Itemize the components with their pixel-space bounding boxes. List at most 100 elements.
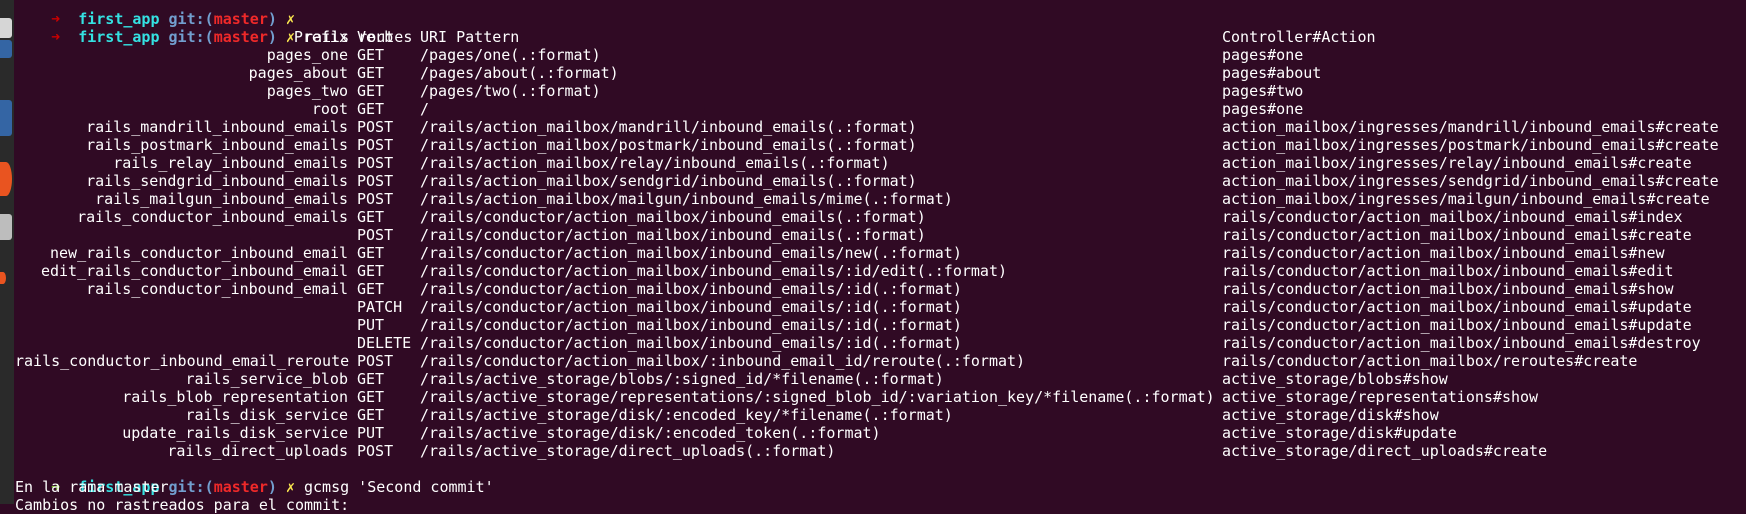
route-verb: POST	[357, 172, 394, 190]
prompt-branch: master	[213, 10, 268, 28]
column-gap	[348, 118, 357, 136]
route-prefix: rails_mailgun_inbound_emails	[95, 190, 348, 208]
route-uri: /rails/conductor/action_mailbox/inbound_…	[420, 316, 962, 334]
route-prefix: rails_disk_service	[185, 406, 348, 424]
route-verb: GET	[357, 82, 385, 100]
column-gap	[348, 190, 357, 208]
route-uri: /rails/conductor/action_mailbox/inbound_…	[420, 226, 926, 244]
column-gap	[348, 370, 357, 388]
route-controller: action_mailbox/ingresses/sendgrid/inboun…	[1222, 172, 1719, 190]
header-verb: Verb	[357, 28, 394, 46]
column-gap	[348, 424, 357, 442]
route-controller: action_mailbox/ingresses/mailgun/inbound…	[1222, 190, 1710, 208]
route-uri: /	[420, 100, 430, 118]
route-controller: active_storage/direct_uploads#create	[1222, 442, 1548, 460]
route-controller: rails/conductor/action_mailbox/inbound_e…	[1222, 244, 1665, 262]
route-verb: PUT	[357, 424, 385, 442]
header-uri: URI Pattern	[420, 28, 520, 46]
route-verb: GET	[357, 208, 385, 226]
route-prefix: edit_rails_conductor_inbound_email	[40, 262, 348, 280]
route-verb: POST	[357, 136, 394, 154]
terminal-window[interactable]: ➜ first_app git:(master) ✗ ➜ first_app g…	[15, 0, 1746, 514]
app-icon[interactable]	[0, 272, 6, 284]
column-gap	[348, 226, 357, 244]
route-verb: POST	[357, 352, 394, 370]
route-controller: action_mailbox/ingresses/postmark/inboun…	[1222, 136, 1719, 154]
route-row: PATCH/rails/conductor/action_mailbox/inb…	[15, 298, 1746, 316]
column-gap	[348, 388, 357, 406]
route-row: rails_sendgrid_inbound_emails POST/rails…	[15, 172, 1746, 190]
route-prefix: rails_conductor_inbound_email	[86, 280, 348, 298]
prompt-git-label: git:(	[168, 10, 214, 28]
column-gap	[348, 280, 357, 298]
route-controller: rails/conductor/action_mailbox/inbound_e…	[1222, 298, 1692, 316]
app-icon[interactable]	[0, 40, 12, 58]
prompt-line: ➜ first_app git:(master) ✗	[15, 0, 1746, 28]
prompt-git-close: )	[267, 10, 277, 28]
column-gap	[348, 64, 357, 82]
column-gap	[348, 442, 357, 460]
prompt-branch: master	[213, 478, 268, 496]
route-row: rails_mandrill_inbound_emails POST/rails…	[15, 118, 1746, 136]
column-gap	[348, 352, 357, 370]
app-icon[interactable]	[0, 214, 12, 240]
app-icon[interactable]	[0, 162, 12, 196]
route-prefix: pages_two	[266, 82, 348, 100]
route-uri: /rails/active_storage/disk/:encoded_key/…	[420, 406, 953, 424]
route-row: root GET / pages#one	[15, 100, 1746, 118]
route-verb: POST	[357, 118, 394, 136]
route-controller: rails/conductor/action_mailbox/inbound_e…	[1222, 208, 1683, 226]
route-row: POST/rails/conductor/action_mailbox/inbo…	[15, 226, 1746, 244]
route-controller: rails/conductor/action_mailbox/inbound_e…	[1222, 226, 1692, 244]
route-verb: GET	[357, 100, 385, 118]
route-row: rails_conductor_inbound_email GET/rails/…	[15, 280, 1746, 298]
route-row: rails_blob_representation GET/rails/acti…	[15, 388, 1746, 406]
app-icon[interactable]	[0, 100, 12, 136]
route-row: update_rails_disk_service PUT/rails/acti…	[15, 424, 1746, 442]
route-controller: rails/conductor/action_mailbox/inbound_e…	[1222, 316, 1692, 334]
route-row: rails_service_blob GET/rails/active_stor…	[15, 370, 1746, 388]
route-row: rails_conductor_inbound_email_reroute PO…	[15, 352, 1746, 370]
route-prefix: rails_direct_uploads	[167, 442, 348, 460]
route-uri: /pages/about(.:format)	[420, 64, 619, 82]
column-gap	[348, 298, 357, 316]
prompt-directory: first_app	[78, 10, 160, 28]
route-verb: POST	[357, 154, 394, 172]
header-prefix: Prefix	[293, 28, 348, 46]
column-gap	[348, 334, 357, 352]
route-row: rails_disk_service GET/rails/active_stor…	[15, 406, 1746, 424]
route-uri: /rails/action_mailbox/postmark/inbound_e…	[420, 136, 917, 154]
route-uri: /rails/conductor/action_mailbox/inbound_…	[420, 208, 926, 226]
route-controller: active_storage/disk#show	[1222, 406, 1439, 424]
route-controller: pages#two	[1222, 82, 1304, 100]
route-controller: action_mailbox/ingresses/relay/inbound_e…	[1222, 154, 1692, 172]
route-uri: /rails/conductor/action_mailbox/:inbound…	[420, 352, 1026, 370]
app-icon[interactable]	[0, 18, 12, 38]
route-controller: rails/conductor/action_mailbox/inbound_e…	[1222, 334, 1701, 352]
prompt-dirty-mark: ✗	[285, 10, 295, 28]
prompt-arrow: ➜	[51, 10, 61, 28]
route-verb: GET	[357, 370, 385, 388]
route-controller: action_mailbox/ingresses/mandrill/inboun…	[1222, 118, 1719, 136]
route-prefix: pages_one	[266, 46, 348, 64]
route-verb: GET	[357, 262, 385, 280]
route-prefix: rails_blob_representation	[122, 388, 348, 406]
column-gap	[348, 316, 357, 334]
prompt-git-close: )	[267, 478, 277, 496]
route-controller: active_storage/blobs#show	[1222, 370, 1448, 388]
route-uri: /rails/active_storage/blobs/:signed_id/*…	[420, 370, 944, 388]
route-row: new_rails_conductor_inbound_email GET/ra…	[15, 244, 1746, 262]
route-controller: rails/conductor/action_mailbox/inbound_e…	[1222, 280, 1674, 298]
route-prefix: new_rails_conductor_inbound_email	[49, 244, 348, 262]
route-row: edit_rails_conductor_inbound_email GET/r…	[15, 262, 1746, 280]
route-verb: GET	[357, 244, 385, 262]
route-controller: active_storage/representations#show	[1222, 388, 1539, 406]
route-verb: GET	[357, 64, 385, 82]
column-gap	[348, 100, 357, 118]
column-gap	[348, 244, 357, 262]
route-verb: POST	[357, 190, 394, 208]
route-prefix: root	[311, 100, 348, 118]
prompt-line: ➜ first_app git:(master) ✗ gcmsg 'Second…	[15, 460, 1746, 496]
route-row: rails_mailgun_inbound_emails POST/rails/…	[15, 190, 1746, 208]
route-uri: /pages/one(.:format)	[420, 46, 601, 64]
